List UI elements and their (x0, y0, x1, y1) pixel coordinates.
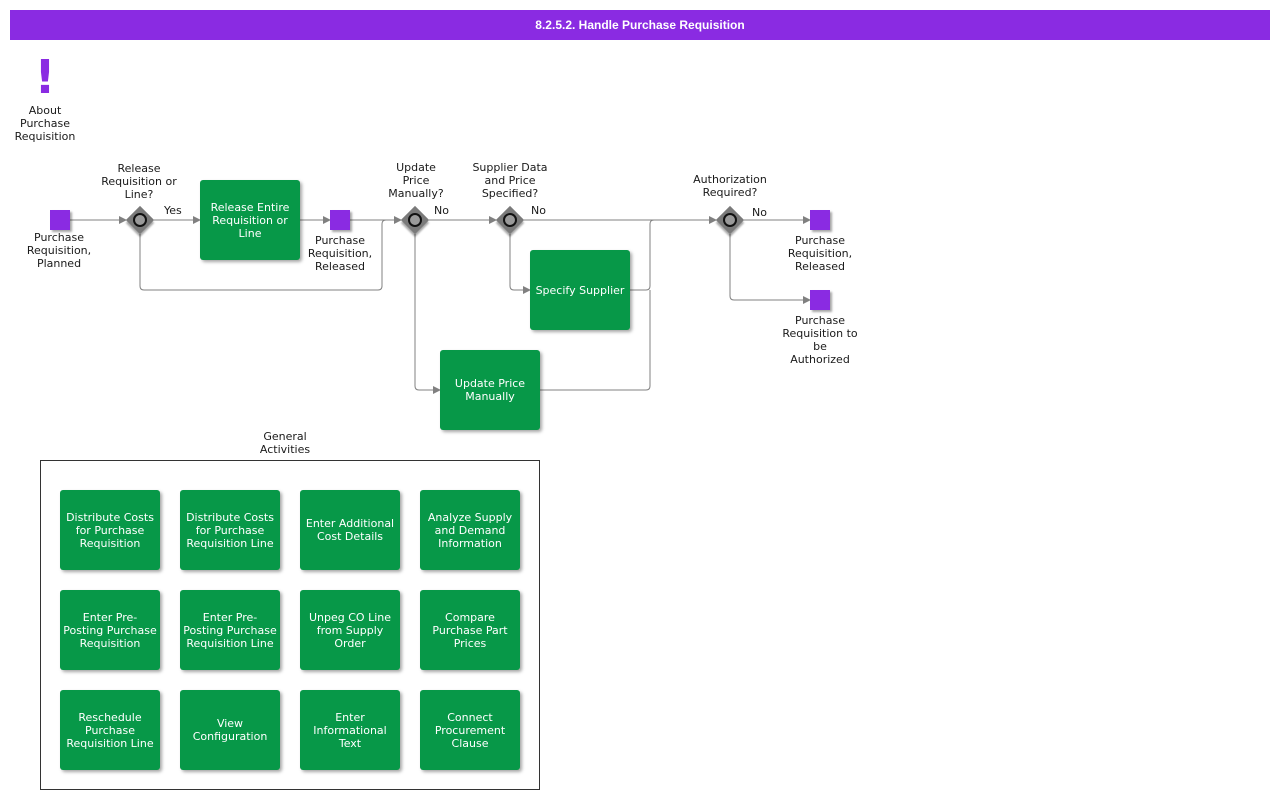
activity-analyze-supply-demand[interactable]: Analyze Supply and Demand Information (420, 490, 520, 570)
edge-label-yes: Yes (164, 204, 182, 217)
event-released-mid-label: Purchase Requisition, Released (307, 234, 373, 273)
activity-compare-prices[interactable]: Compare Purchase Part Prices (420, 590, 520, 670)
event-released-end-label: Purchase Requisition, Released (787, 234, 853, 273)
flow-supplier-yes-to-task (509, 234, 531, 294)
event-released-end[interactable] (810, 210, 830, 230)
event-released-mid[interactable] (330, 210, 350, 230)
task-update-price[interactable]: Update Price Manually (440, 350, 540, 430)
general-activities-title: General Activities (259, 430, 311, 456)
activity-pre-posting-requisition[interactable]: Enter Pre-Posting Purchase Requisition (60, 590, 160, 670)
event-to-authorize-label: Purchase Requisition to be Authorized (782, 314, 858, 366)
gateway-update-price-label: Update Price Manually? (388, 161, 444, 200)
edge-label-no-supplier: No (531, 204, 546, 217)
edge-label-no-update: No (434, 204, 449, 217)
gateway-ring (130, 210, 150, 230)
activity-distribute-costs-requisition[interactable]: Distribute Costs for Purchase Requisitio… (60, 490, 160, 570)
gateway-ring (720, 210, 740, 230)
activity-view-configuration[interactable]: View Configuration (180, 690, 280, 770)
task-release-entire[interactable]: Release Entire Requisition or Line (200, 180, 300, 260)
task-specify-supplier[interactable]: Specify Supplier (530, 250, 630, 330)
gateway-authorization-label: Authorization Required? (693, 173, 767, 199)
activity-pre-posting-line[interactable]: Enter Pre-Posting Purchase Requisition L… (180, 590, 280, 670)
activity-reschedule-line[interactable]: Reschedule Purchase Requisition Line (60, 690, 160, 770)
gateway-ring (405, 210, 425, 230)
event-planned-label: Purchase Requisition, Planned (26, 231, 92, 270)
about-label: About Purchase Requisition (14, 104, 76, 143)
event-to-authorize[interactable] (810, 290, 830, 310)
gateway-release-label: Release Requisition or Line? (101, 162, 177, 201)
exclamation-icon[interactable]: ! (34, 52, 56, 102)
activity-unpeg-co-line[interactable]: Unpeg CO Line from Supply Order (300, 590, 400, 670)
activity-procurement-clause[interactable]: Connect Procurement Clause (420, 690, 520, 770)
flow-update-yes-to-task (414, 234, 441, 394)
activity-enter-additional-cost[interactable]: Enter Additional Cost Details (300, 490, 400, 570)
gateway-ring (500, 210, 520, 230)
flow-specify-supplier-merge (630, 219, 655, 291)
edge-label-no-auth: No (752, 206, 767, 219)
event-planned[interactable] (50, 210, 70, 230)
activity-informational-text[interactable]: Enter Informational Text (300, 690, 400, 770)
gateway-supplier-label: Supplier Data and Price Specified? (472, 161, 548, 200)
activity-distribute-costs-line[interactable]: Distribute Costs for Purchase Requisitio… (180, 490, 280, 570)
